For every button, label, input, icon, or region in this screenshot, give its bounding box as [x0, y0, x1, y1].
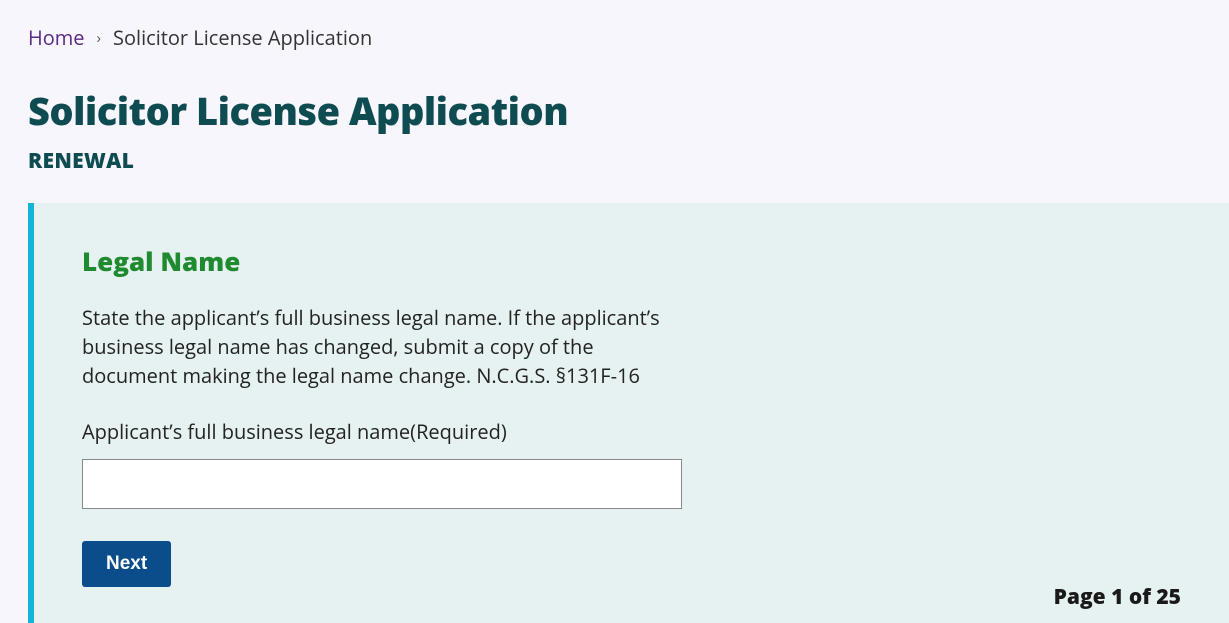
section-heading-legal-name: Legal Name — [82, 243, 1181, 279]
section-instructions: State the applicant’s full business lega… — [82, 303, 672, 390]
page-title: Solicitor License Application — [28, 85, 1201, 137]
breadcrumb-current: Solicitor License Application — [113, 24, 372, 51]
field-label-legal-name: Applicant’s full business legal name(Req… — [82, 418, 1181, 445]
page-indicator: Page 1 of 25 — [1054, 583, 1181, 611]
legal-name-input[interactable] — [82, 459, 682, 509]
page-subtitle: RENEWAL — [28, 147, 1201, 175]
chevron-right-icon: › — [97, 28, 102, 48]
form-panel: Legal Name State the applicant’s full bu… — [28, 203, 1229, 623]
next-button[interactable]: Next — [82, 541, 171, 587]
breadcrumb-home-link[interactable]: Home — [28, 24, 85, 51]
breadcrumb: Home › Solicitor License Application — [28, 24, 1201, 51]
